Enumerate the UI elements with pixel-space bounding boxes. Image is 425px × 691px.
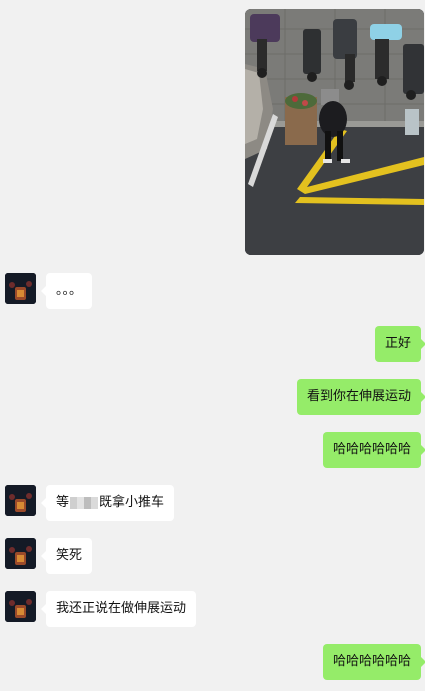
outgoing-message: 哈哈哈哈哈哈 bbox=[322, 644, 425, 680]
outgoing-message: 哈哈哈哈哈哈 bbox=[322, 432, 425, 468]
contact-avatar[interactable] bbox=[5, 485, 36, 516]
incoming-message: 我还正说在做伸展运动 bbox=[40, 591, 197, 627]
avatar-image bbox=[5, 485, 36, 516]
incoming-message: 等 既拿小推车 bbox=[40, 485, 175, 521]
photo-image bbox=[245, 9, 424, 255]
contact-avatar[interactable] bbox=[5, 273, 36, 304]
avatar-image bbox=[5, 538, 36, 569]
message-text: 看到你在伸展运动 bbox=[306, 389, 411, 404]
avatar-image bbox=[5, 273, 36, 304]
incoming-message: 。。。 bbox=[40, 273, 93, 309]
message-text-part: 既拿小推车 bbox=[99, 495, 165, 510]
outgoing-message: 看到你在伸展运动 bbox=[296, 379, 425, 415]
outgoing-message: 正好 bbox=[374, 326, 425, 362]
message-text-part: 等 bbox=[56, 495, 70, 510]
contact-avatar[interactable] bbox=[5, 538, 36, 569]
incoming-message: 笑死 bbox=[40, 538, 93, 574]
message-text: 哈哈哈哈哈哈 bbox=[332, 442, 411, 457]
avatar-image bbox=[5, 591, 36, 622]
photo-message[interactable] bbox=[245, 9, 424, 255]
message-text: 哈哈哈哈哈哈 bbox=[332, 654, 411, 669]
message-text: 。。。 bbox=[56, 283, 83, 298]
message-text: 正好 bbox=[384, 336, 411, 351]
message-text: 我还正说在做伸展运动 bbox=[56, 601, 187, 616]
redacted-text bbox=[70, 496, 99, 509]
contact-avatar[interactable] bbox=[5, 591, 36, 622]
message-text: 笑死 bbox=[56, 548, 83, 563]
